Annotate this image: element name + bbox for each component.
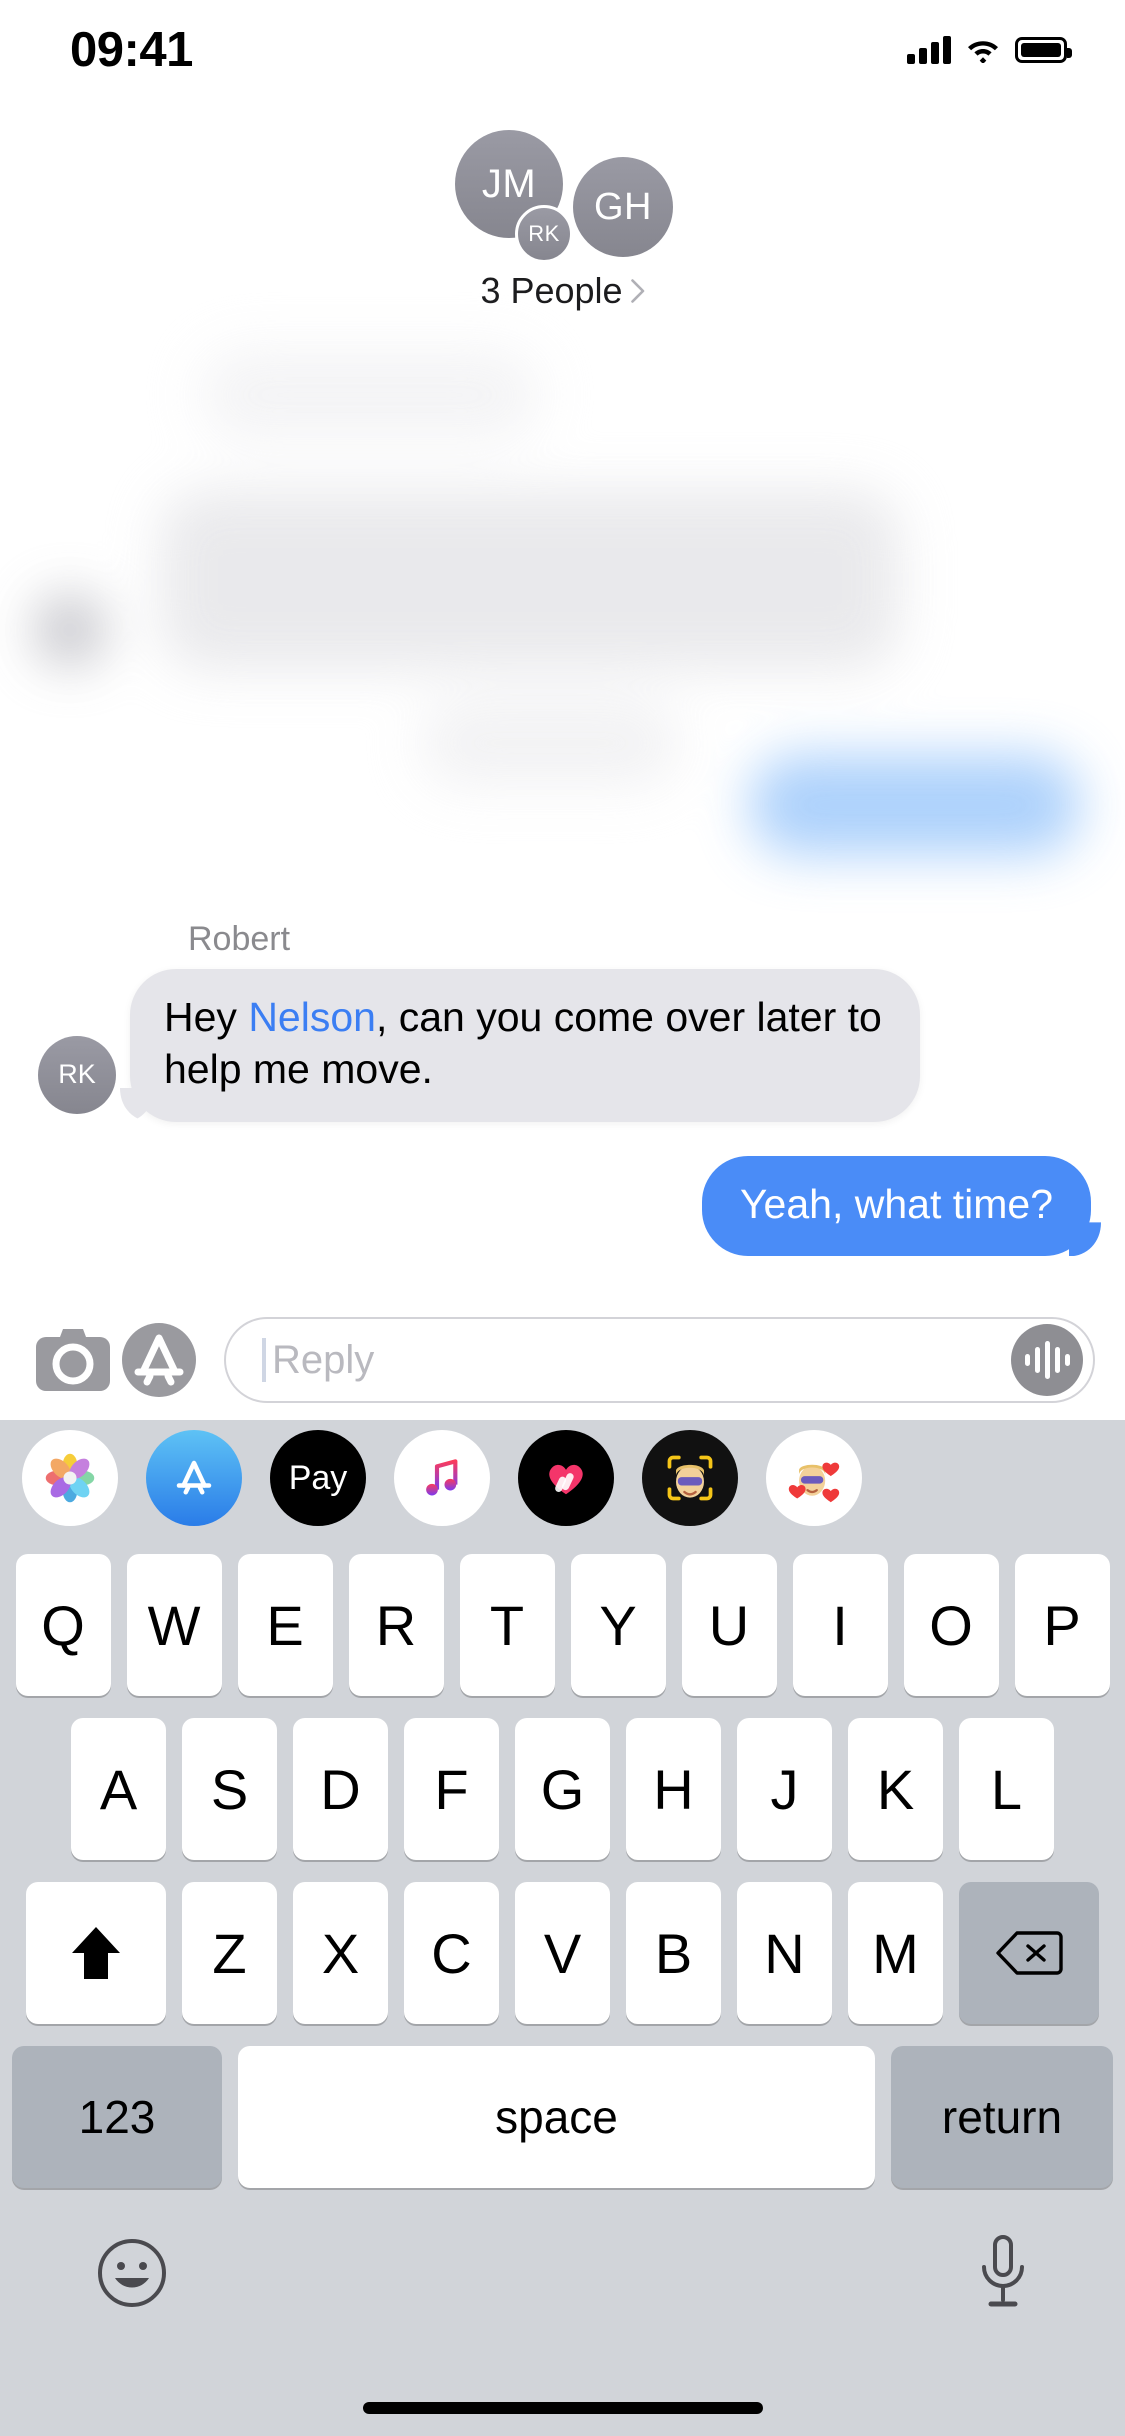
reply-placeholder: Reply xyxy=(272,1337,375,1382)
blurred-avatar xyxy=(35,595,105,665)
key-r[interactable]: R xyxy=(348,1554,444,1696)
key-z[interactable]: Z xyxy=(182,1882,277,2024)
key-a[interactable]: A xyxy=(71,1718,166,1860)
status-bar: 09:41 xyxy=(0,0,1125,100)
key-m[interactable]: M xyxy=(848,1882,943,2024)
incoming-message-bubble[interactable]: Hey Nelson, can you come over later to h… xyxy=(130,969,920,1122)
space-key[interactable]: space xyxy=(238,2046,875,2188)
key-u[interactable]: U xyxy=(681,1554,777,1696)
key-q[interactable]: Q xyxy=(15,1554,111,1696)
key-t[interactable]: T xyxy=(459,1554,555,1696)
camera-button[interactable] xyxy=(30,1317,116,1403)
keyboard-row-2: A S D F G H J K L xyxy=(0,1696,1125,1860)
app-store-icon xyxy=(122,1323,196,1397)
memoji-sticker-icon xyxy=(788,1462,840,1503)
blurred-bubble xyxy=(200,350,540,440)
app-memoji[interactable] xyxy=(642,1430,738,1526)
key-n[interactable]: N xyxy=(737,1882,832,2024)
battery-full-icon xyxy=(1015,37,1072,63)
app-music[interactable] xyxy=(394,1430,490,1526)
app-appstore[interactable] xyxy=(146,1430,242,1526)
keyboard-row-4: 123 space return xyxy=(0,2024,1125,2188)
text-cursor xyxy=(262,1338,266,1382)
keyboard-utility-row xyxy=(0,2188,1125,2328)
digital-touch-heart-icon xyxy=(549,1464,583,1495)
cellular-bars-icon xyxy=(907,36,951,64)
outgoing-message-bubble[interactable]: Yeah, what time? xyxy=(701,1155,1091,1257)
message-input-toolbar: Reply xyxy=(0,1300,1125,1420)
participants-row[interactable]: 3 People xyxy=(0,270,1125,312)
app-store-icon xyxy=(176,1460,212,1495)
key-o[interactable]: O xyxy=(903,1554,999,1696)
keyboard-row-1: Q W E R T Y U I O P xyxy=(0,1536,1125,1696)
numbers-key[interactable]: 123 xyxy=(12,2046,222,2188)
audio-message-button[interactable] xyxy=(1011,1324,1083,1396)
apple-pay-label: Pay xyxy=(288,1458,348,1497)
imessage-app-strip: Pay xyxy=(0,1420,1125,1536)
app-photos[interactable] xyxy=(22,1430,118,1526)
blurred-bubble xyxy=(160,490,900,670)
emoji-smiley-icon xyxy=(98,2238,166,2307)
key-w[interactable]: W xyxy=(126,1554,222,1696)
key-f[interactable]: F xyxy=(404,1718,499,1860)
key-h[interactable]: H xyxy=(626,1718,721,1860)
app-memoji-stickers[interactable] xyxy=(766,1430,862,1526)
message-sender-name: Robert xyxy=(188,920,291,958)
key-v[interactable]: V xyxy=(515,1882,610,2024)
photos-icon xyxy=(45,1453,95,1503)
delete-key[interactable] xyxy=(959,1882,1099,2024)
app-apple-pay[interactable]: Pay xyxy=(270,1430,366,1526)
app-digital-touch[interactable] xyxy=(518,1430,614,1526)
audio-waveform-icon xyxy=(1024,1340,1070,1380)
message-avatar-rk[interactable]: RK xyxy=(38,1035,116,1114)
shift-key[interactable] xyxy=(26,1882,166,2024)
avatar-cluster[interactable]: JM GH RK xyxy=(0,100,1125,263)
microphone-icon xyxy=(982,2234,1024,2306)
blurred-bubble xyxy=(420,700,680,786)
camera-icon xyxy=(36,1329,110,1391)
dictation-key[interactable] xyxy=(977,2234,1029,2317)
music-note-icon xyxy=(426,1459,458,1496)
memoji-camera-icon xyxy=(667,1455,713,1501)
key-c[interactable]: C xyxy=(404,1882,499,2024)
keyboard: Pay Q W E R T Y U I O P A S D F G H J K … xyxy=(0,1420,1125,2436)
outgoing-message-row: Yeah, what time? xyxy=(0,1155,1125,1257)
key-x[interactable]: X xyxy=(293,1882,388,2024)
reply-input-field[interactable]: Reply xyxy=(224,1317,1095,1403)
key-k[interactable]: K xyxy=(848,1718,943,1860)
messages-screen: 09:41 JM GH RK 3 People Robert RK Hey Ne… xyxy=(0,0,1125,2436)
wifi-icon xyxy=(968,41,998,63)
status-bar-indicators xyxy=(907,36,1072,64)
incoming-message-row: RK Hey Nelson, can you come over later t… xyxy=(0,969,1125,1122)
keyboard-row-3: Z X C V B N M xyxy=(0,1860,1125,2024)
mention-nelson[interactable]: Nelson xyxy=(248,994,376,1040)
participants-label: 3 People xyxy=(480,270,623,311)
key-l[interactable]: L xyxy=(959,1718,1054,1860)
key-b[interactable]: B xyxy=(626,1882,721,2024)
chevron-right-icon xyxy=(630,279,644,303)
shift-icon xyxy=(72,1927,120,1979)
status-bar-clock: 09:41 xyxy=(70,23,193,77)
key-g[interactable]: G xyxy=(515,1718,610,1860)
app-store-button[interactable] xyxy=(116,1317,202,1403)
return-key[interactable]: return xyxy=(891,2046,1113,2188)
earlier-messages-blurred xyxy=(0,350,1125,910)
key-j[interactable]: J xyxy=(737,1718,832,1860)
key-e[interactable]: E xyxy=(237,1554,333,1696)
delete-backspace-icon xyxy=(996,1931,1063,1975)
key-p[interactable]: P xyxy=(1014,1554,1110,1696)
avatar-gh[interactable]: GH xyxy=(573,157,673,257)
home-indicator[interactable] xyxy=(362,2402,763,2414)
avatar-rk[interactable]: RK xyxy=(515,205,573,263)
message-text-before: Hey xyxy=(164,994,249,1040)
blurred-outgoing-bubble xyxy=(750,755,1080,855)
conversation-header[interactable]: JM GH RK 3 People xyxy=(0,100,1125,350)
key-y[interactable]: Y xyxy=(570,1554,666,1696)
message-thread: Robert RK Hey Nelson, can you come over … xyxy=(0,920,1125,1257)
key-s[interactable]: S xyxy=(182,1718,277,1860)
emoji-key[interactable] xyxy=(96,2237,168,2314)
key-i[interactable]: I xyxy=(792,1554,888,1696)
key-d[interactable]: D xyxy=(293,1718,388,1860)
